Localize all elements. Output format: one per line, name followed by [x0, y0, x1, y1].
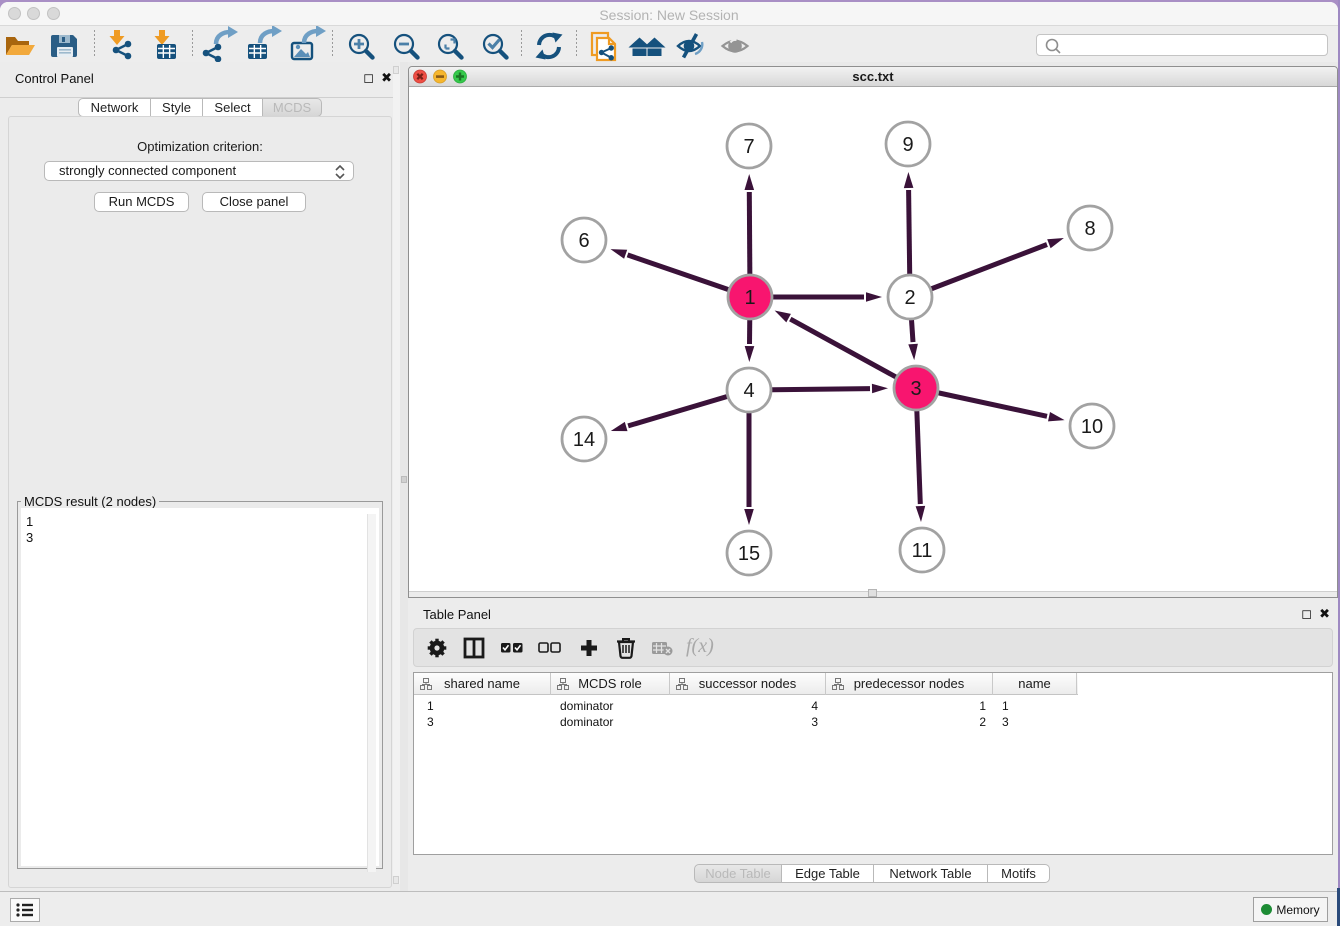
svg-text:10: 10: [1081, 416, 1103, 438]
svg-text:4: 4: [743, 380, 754, 402]
svg-text:14: 14: [573, 429, 595, 451]
svg-text:15: 15: [738, 543, 760, 565]
svg-text:8: 8: [1084, 218, 1095, 240]
svg-text:6: 6: [578, 230, 589, 252]
svg-text:1: 1: [744, 287, 755, 309]
svg-text:9: 9: [902, 134, 913, 156]
svg-text:3: 3: [910, 378, 921, 400]
svg-text:2: 2: [904, 287, 915, 309]
svg-text:7: 7: [743, 136, 754, 158]
svg-text:11: 11: [912, 540, 933, 562]
